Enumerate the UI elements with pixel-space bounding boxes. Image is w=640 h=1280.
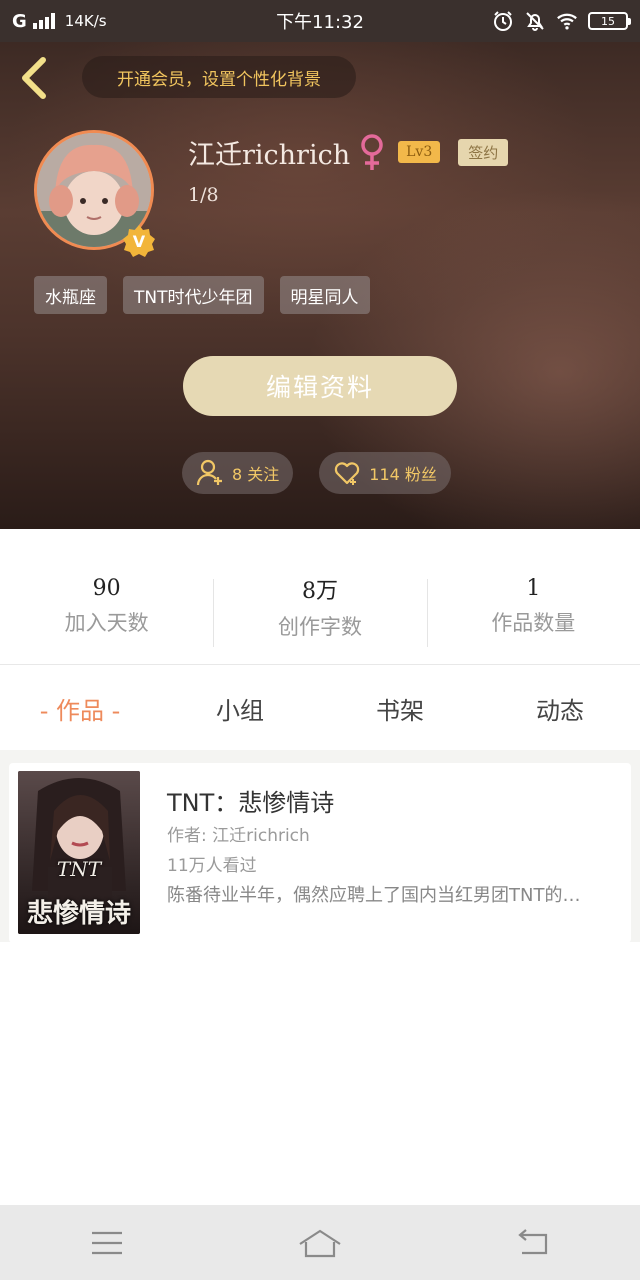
work-title: TNT：悲惨情诗 xyxy=(167,789,335,817)
return-icon xyxy=(518,1228,548,1254)
add-user-icon xyxy=(196,459,224,487)
stat-value: 1 xyxy=(526,576,541,601)
home-icon xyxy=(299,1229,341,1257)
work-author: 作者: 江迁richrich xyxy=(167,826,310,846)
stat-word-count: 8万 创作字数 xyxy=(213,529,426,664)
female-icon xyxy=(358,132,386,172)
stat-join-days: 90 加入天数 xyxy=(0,529,213,664)
stat-work-count: 1 作品数量 xyxy=(426,529,640,664)
level-badge: Lv3 xyxy=(398,141,441,163)
followers-button[interactable]: 114 粉丝 xyxy=(319,452,451,494)
tab-works[interactable]: - 作品 - xyxy=(0,691,160,726)
tag[interactable]: TNT时代少年团 xyxy=(123,276,264,314)
progress-text: 1/8 xyxy=(188,184,219,206)
status-bar: G 14K/s 下午11:32 15 xyxy=(0,0,640,42)
tag[interactable]: 水瓶座 xyxy=(34,276,107,314)
stat-value: 8万 xyxy=(301,578,338,604)
stat-value: 90 xyxy=(92,576,121,601)
chevron-left-icon xyxy=(22,57,46,99)
verified-badge-icon: V xyxy=(122,224,156,258)
svg-text:V: V xyxy=(133,232,146,251)
network-speed: 14K/s xyxy=(64,12,107,30)
book-cover: TNT 悲惨情诗 xyxy=(18,771,140,934)
signed-badge: 签约 xyxy=(458,138,509,166)
status-right: 15 xyxy=(408,10,631,32)
menu-icon xyxy=(91,1231,122,1254)
username-row: 江迁richrich Lv3 签约 xyxy=(188,132,509,172)
tab-activity[interactable]: 动态 xyxy=(480,691,640,726)
cover-title: 悲惨情诗 xyxy=(26,899,131,929)
alarm-icon xyxy=(492,10,514,32)
vip-banner[interactable]: 开通会员，设置个性化背景 xyxy=(82,56,356,98)
tab-bar: - 作品 - 小组 书架 动态 xyxy=(0,666,640,750)
signal-icon xyxy=(32,13,55,29)
tab-bookshelf[interactable]: 书架 xyxy=(320,691,480,726)
avatar[interactable]: V xyxy=(34,130,155,257)
followers-count: 114 粉丝 xyxy=(369,465,437,484)
work-views: 11万人看过 xyxy=(167,856,257,876)
tag[interactable]: 明星同人 xyxy=(279,276,370,314)
following-button[interactable]: 8 关注 xyxy=(182,452,294,494)
work-description: 陈番待业半年，偶然应聘上了国内当红男团TNT的… xyxy=(167,885,581,906)
follow-row: 8 关注 114 粉丝 xyxy=(182,452,451,494)
username: 江迁richrich xyxy=(188,139,351,171)
edit-profile-button[interactable]: 编辑资料 xyxy=(183,356,457,416)
cover-subtitle: TNT xyxy=(56,857,102,881)
heart-icon xyxy=(333,459,361,487)
menu-button[interactable] xyxy=(77,1213,137,1273)
network-type: G xyxy=(12,10,27,32)
stats-row: 90 加入天数 8万 创作字数 1 作品数量 xyxy=(0,529,640,665)
tab-groups[interactable]: 小组 xyxy=(160,691,320,726)
back-button[interactable] xyxy=(14,56,54,100)
system-nav-bar xyxy=(0,1205,640,1280)
profile-header: 开通会员，设置个性化背景 V 江迁richrich Lv3 签约 1/8 水瓶座… xyxy=(0,42,640,529)
stat-label: 作品数量 xyxy=(491,611,576,635)
following-count: 8 关注 xyxy=(232,465,280,484)
battery-icon: 15 xyxy=(588,12,631,30)
mute-bell-icon xyxy=(524,10,546,32)
stat-label: 创作字数 xyxy=(277,614,362,639)
home-button[interactable] xyxy=(290,1213,350,1273)
clock: 下午11:32 xyxy=(276,12,364,33)
tag-list: 水瓶座 TNT时代少年团 明星同人 xyxy=(34,276,370,314)
stat-label: 加入天数 xyxy=(64,611,149,635)
wifi-icon xyxy=(556,10,578,32)
status-left: G 14K/s xyxy=(12,11,232,32)
work-card[interactable]: TNT 悲惨情诗 TNT：悲惨情诗 作者: 江迁richrich 11万人看过 … xyxy=(9,763,631,943)
back-nav-button[interactable] xyxy=(503,1213,563,1273)
